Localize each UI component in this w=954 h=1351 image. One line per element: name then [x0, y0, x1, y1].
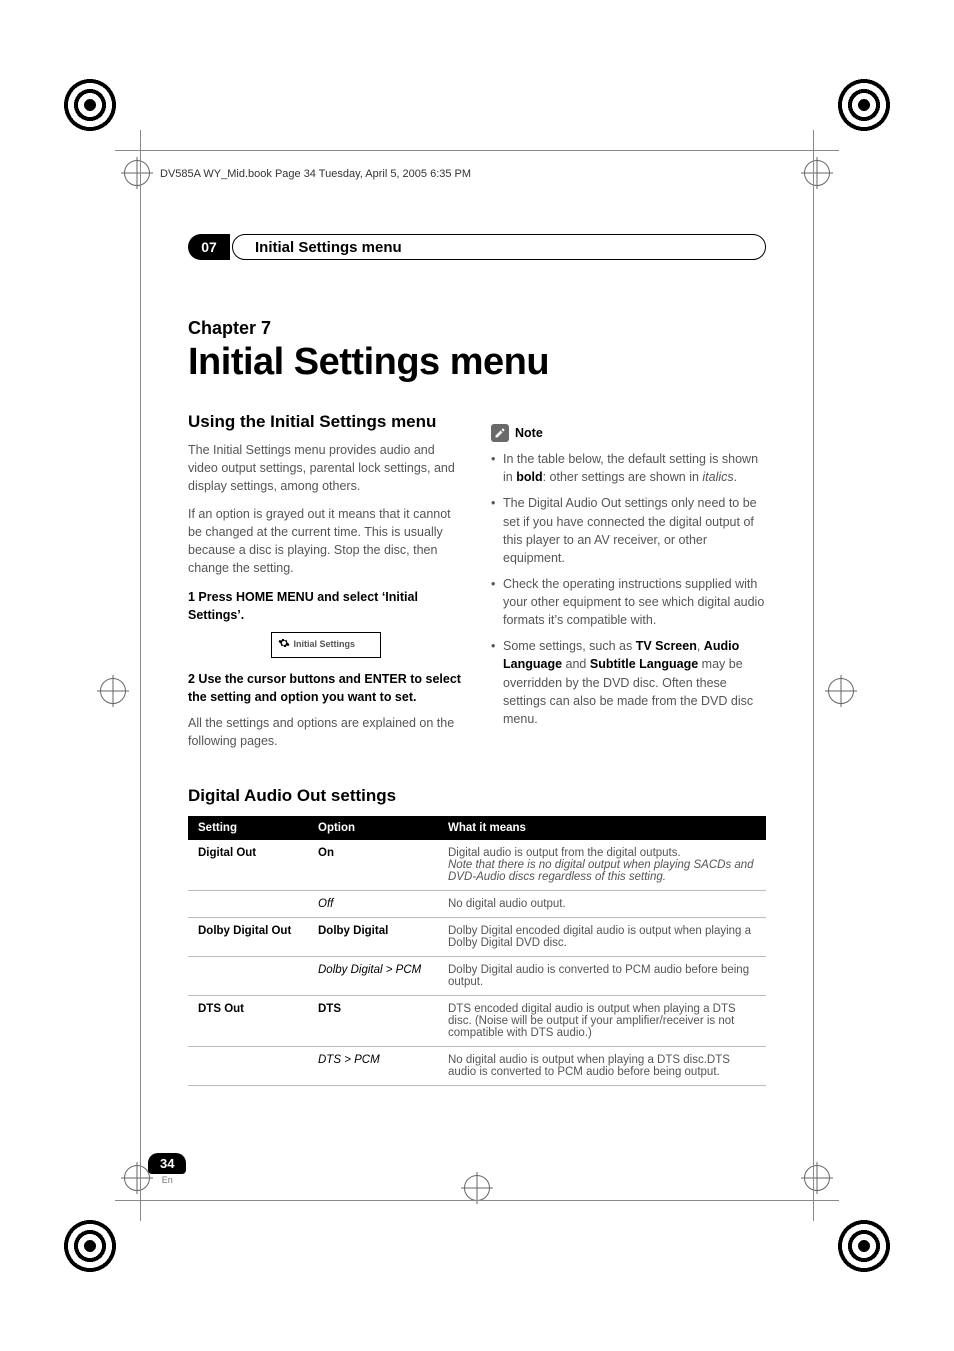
page-number: 34: [148, 1153, 186, 1174]
table-cell-option: Off: [308, 891, 438, 918]
table-cell-setting: DTS Out: [188, 996, 308, 1047]
table-cell-option: On: [308, 840, 438, 891]
left-column: Using the Initial Settings menu The Init…: [188, 410, 463, 760]
step-2: 2 Use the cursor buttons and ENTER to se…: [188, 670, 463, 706]
text: ,: [697, 639, 704, 653]
text: Some settings, such as: [503, 639, 636, 653]
table-cell-desc: No digital audio is output when playing …: [438, 1047, 766, 1086]
table-cell-setting: Dolby Digital Out: [188, 918, 308, 957]
text-bold: TV Screen: [636, 639, 697, 653]
initial-settings-button-graphic: Initial Settings: [271, 632, 381, 658]
document-meta-line: DV585A WY_Mid.book Page 34 Tuesday, Apri…: [160, 168, 471, 180]
chapter-number-pill: 07: [188, 234, 230, 260]
crop-frame: [115, 1200, 839, 1201]
page-language: En: [148, 1175, 186, 1185]
list-item: The Digital Audio Out settings only need…: [491, 494, 766, 567]
step-1: 1 Press HOME MENU and select ‘Initial Se…: [188, 588, 463, 624]
table-row: Dolby Digital OutDolby DigitalDolby Digi…: [188, 918, 766, 957]
crop-frame: [813, 130, 814, 1221]
registration-mark: [834, 75, 894, 135]
section-heading-digital-audio: Digital Audio Out settings: [188, 786, 766, 806]
list-item: Some settings, such as TV Screen, Audio …: [491, 637, 766, 728]
table-row: DTS > PCMNo digital audio is output when…: [188, 1047, 766, 1086]
crop-crosshair: [124, 160, 150, 186]
table-cell-option: DTS > PCM: [308, 1047, 438, 1086]
table-cell-desc: No digital audio output.: [438, 891, 766, 918]
crop-frame: [140, 130, 141, 1221]
note-heading: Note: [491, 424, 766, 442]
pencil-icon: [491, 424, 509, 442]
crop-crosshair: [100, 678, 126, 704]
note-bullet-list: In the table below, the default setting …: [491, 450, 766, 728]
table-row: Digital OutOnDigital audio is output fro…: [188, 840, 766, 891]
button-label: Initial Settings: [294, 638, 356, 651]
body-text: All the settings and options are explain…: [188, 714, 463, 750]
note-label: Note: [515, 424, 543, 442]
text: and: [562, 657, 590, 671]
chapter-label: Chapter 7: [188, 318, 766, 339]
registration-mark: [834, 1216, 894, 1276]
crop-frame: [115, 150, 839, 151]
crop-crosshair: [124, 1165, 150, 1191]
table-cell-desc: DTS encoded digital audio is output when…: [438, 996, 766, 1047]
page-title: Initial Settings menu: [188, 341, 766, 384]
table-cell-option: Dolby Digital: [308, 918, 438, 957]
table-header-row: Setting Option What it means: [188, 816, 766, 840]
table-header: Option: [308, 816, 438, 840]
table-cell-setting: [188, 1047, 308, 1086]
table-header: Setting: [188, 816, 308, 840]
list-item: In the table below, the default setting …: [491, 450, 766, 486]
table-cell-desc: Dolby Digital encoded digital audio is o…: [438, 918, 766, 957]
table-cell-setting: [188, 891, 308, 918]
registration-mark: [60, 1216, 120, 1276]
table-cell-setting: Digital Out: [188, 840, 308, 891]
table-cell-desc: Dolby Digital audio is converted to PCM …: [438, 957, 766, 996]
text: : other settings are shown in: [543, 470, 703, 484]
text-italic: italics: [702, 470, 733, 484]
page-number-badge: 34 En: [148, 1153, 186, 1185]
table-row: Dolby Digital > PCMDolby Digital audio i…: [188, 957, 766, 996]
table-cell-option: DTS: [308, 996, 438, 1047]
crop-crosshair: [804, 1165, 830, 1191]
chapter-tab-bar: 07 Initial Settings menu: [188, 230, 766, 268]
crop-crosshair: [828, 678, 854, 704]
crop-crosshair: [804, 160, 830, 186]
text: .: [734, 470, 737, 484]
gear-icon: [278, 637, 290, 653]
table-cell-setting: [188, 957, 308, 996]
table-row: OffNo digital audio output.: [188, 891, 766, 918]
text-bold: bold: [516, 470, 542, 484]
section-heading-using: Using the Initial Settings menu: [188, 410, 463, 435]
chapter-tab-title: Initial Settings menu: [255, 239, 402, 256]
table-cell-option: Dolby Digital > PCM: [308, 957, 438, 996]
body-text: If an option is grayed out it means that…: [188, 505, 463, 578]
table-row: DTS OutDTSDTS encoded digital audio is o…: [188, 996, 766, 1047]
registration-mark: [60, 75, 120, 135]
settings-table: Setting Option What it means Digital Out…: [188, 816, 766, 1086]
body-text: The Initial Settings menu provides audio…: [188, 441, 463, 495]
text-bold: Subtitle Language: [590, 657, 698, 671]
table-cell-desc: Digital audio is output from the digital…: [438, 840, 766, 891]
table-header: What it means: [438, 816, 766, 840]
right-column: Note In the table below, the default set…: [491, 410, 766, 760]
chapter-title-bar: Initial Settings menu: [232, 234, 766, 260]
list-item: Check the operating instructions supplie…: [491, 575, 766, 629]
